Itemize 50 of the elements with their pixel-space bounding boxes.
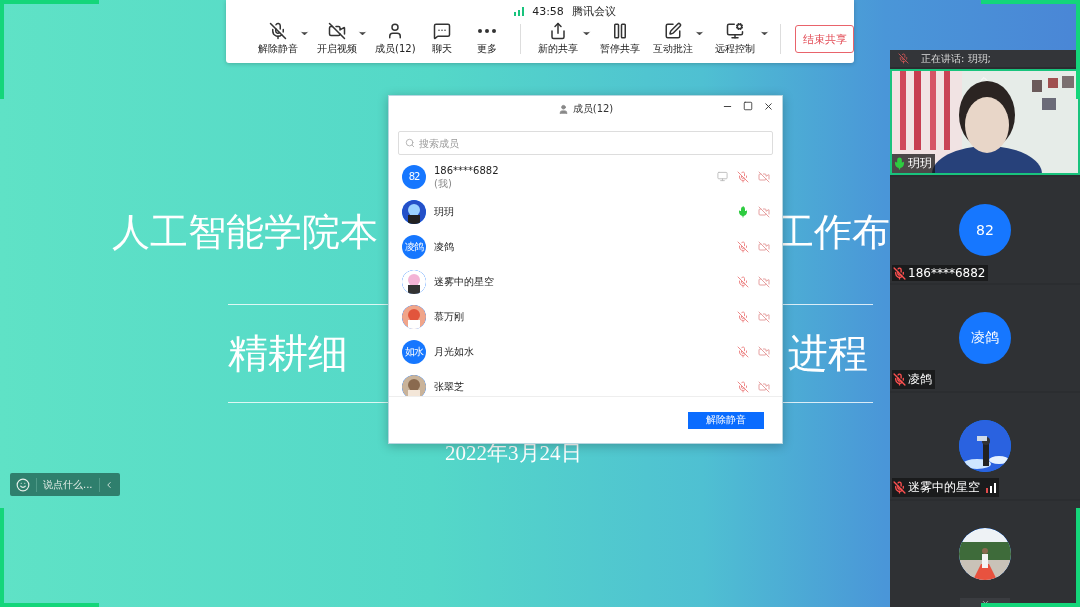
meeting-timer: 43:58 — [532, 4, 564, 18]
member-row[interactable]: 如水 月光如水 — [389, 334, 782, 369]
toolbar-button[interactable]: 更多 — [464, 22, 510, 56]
member-name: 凌鸽 — [434, 240, 455, 253]
chat-bar[interactable]: 说点什么... — [10, 473, 120, 496]
member-row[interactable]: 82 186****6882 (我) — [389, 159, 782, 194]
end-share-button[interactable]: 结束共享 — [795, 25, 854, 53]
avatar: 凌鸽 — [402, 234, 426, 259]
video-tile[interactable]: 凌鸽 凌鸽 — [890, 285, 1080, 391]
member-name: 张翠芝 — [434, 380, 465, 393]
slide-date: 2022年3月24日 — [445, 440, 583, 467]
member-name: 186****6882 — [434, 163, 500, 177]
participant-name: 186****6882 — [908, 266, 986, 280]
app-name: 腾讯会议 — [571, 3, 616, 19]
speaking-label: 正在讲话: 玥玥; — [921, 51, 991, 66]
toolbar-button[interactable]: 聊天 — [421, 22, 463, 56]
video-tile[interactable]: 迷雾中的星空 — [890, 393, 1080, 499]
avatar: 82 — [402, 164, 426, 189]
unmute-button[interactable]: 解除静音 — [688, 411, 764, 429]
member-name: 月光如水 — [434, 345, 475, 358]
chat-input[interactable]: 说点什么... — [36, 477, 100, 492]
toolbar-button[interactable]: 成员(12) — [370, 22, 420, 56]
slide-title: 人工智能学院本 — [112, 210, 378, 255]
slide-subtitle: 精耕细 — [228, 330, 348, 378]
member-note: (我) — [434, 176, 453, 190]
video-tile[interactable]: 玥玥 — [890, 69, 1080, 175]
avatar: 82 — [959, 204, 1011, 256]
member-name: 迷雾中的星空 — [434, 275, 495, 288]
avatar: 凌鸽 — [959, 312, 1011, 364]
toolbar-button[interactable]: 暂停共享 — [594, 22, 646, 56]
toolbar-button[interactable]: 互动批注 — [647, 22, 699, 56]
participant-name: 迷雾中的星空 — [908, 479, 980, 496]
member-row[interactable]: 玥玥 — [389, 194, 782, 229]
member-name: 慕万刚 — [434, 310, 465, 323]
toolbar-button[interactable]: 开启视频 — [312, 22, 362, 56]
member-row[interactable]: 凌鸽 凌鸽 — [389, 229, 782, 264]
member-row[interactable]: 张翠芝 — [389, 369, 782, 396]
participant-name: 玥玥 — [908, 155, 932, 172]
toolbar-button[interactable]: 远程控制 — [708, 22, 763, 56]
dialog-title: 成员(12) — [572, 102, 614, 116]
search-box[interactable]: 搜索成员 — [398, 131, 773, 155]
slide-subtitle: 进程 — [788, 330, 868, 378]
member-name: 玥玥 — [434, 205, 455, 218]
toolbar-button[interactable]: 新的共享 — [530, 22, 586, 56]
member-row[interactable]: 慕万刚 — [389, 299, 782, 334]
participant-name: 凌鸽 — [908, 371, 932, 388]
member-row[interactable]: 迷雾中的星空 — [389, 264, 782, 299]
toolbar-button[interactable]: 解除静音 — [254, 22, 303, 56]
avatar: 如水 — [402, 339, 426, 364]
video-tile[interactable]: 82 186****6882 — [890, 177, 1080, 283]
